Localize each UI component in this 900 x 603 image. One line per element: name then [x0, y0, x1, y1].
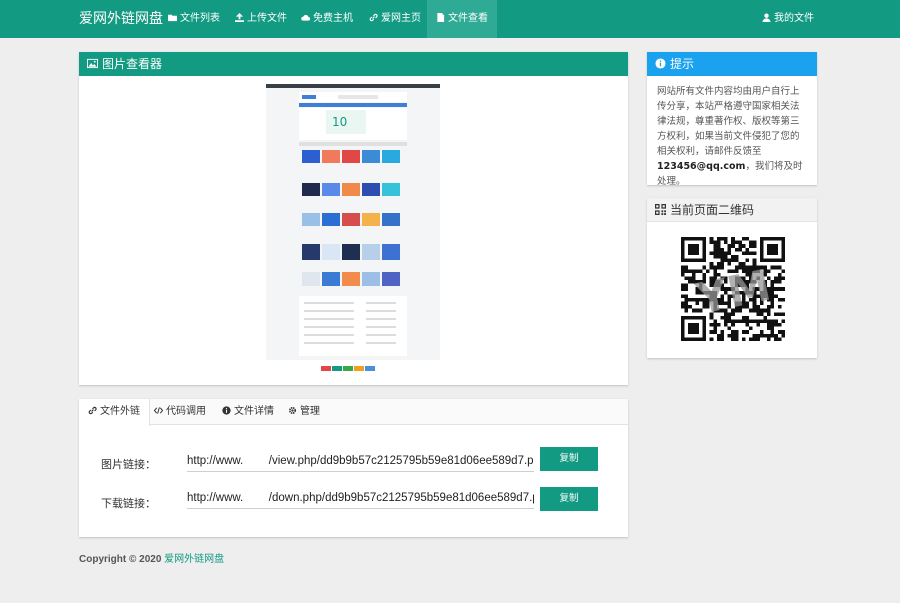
image-link-input[interactable]	[187, 450, 534, 472]
nav-my-files[interactable]: 我的文件	[762, 0, 814, 38]
nav-upload-file[interactable]: 上传文件	[235, 0, 287, 38]
tips-panel: 提示 网站所有文件内容均由用户自行上传分享，本站严格遵守国家相关法律法规，尊重著…	[647, 52, 817, 185]
tab-file-details[interactable]: 文件详情	[213, 399, 283, 425]
image-viewer-panel: 图片查看器 10	[79, 52, 628, 385]
download-link-input[interactable]	[187, 487, 534, 509]
gear-icon	[288, 406, 297, 415]
preview-image[interactable]: 10	[266, 84, 440, 360]
download-link-label: 下载链接：	[101, 497, 156, 510]
copy-image-link-button[interactable]: 复制	[540, 447, 598, 471]
contact-email: 123456@qq.com	[657, 161, 746, 172]
qrcode-header: 当前页面二维码	[647, 198, 817, 222]
copyright-text: Copyright © 2020	[79, 554, 162, 565]
file-links-panel: 文件外链 代码调用 文件详情 管理 图片链接： 复制 下载链接： 复制	[79, 399, 628, 537]
link-icon	[88, 406, 97, 415]
preview-image-footer	[321, 366, 385, 371]
image-viewer-header: 图片查看器	[79, 52, 628, 76]
upload-icon	[235, 13, 244, 22]
qrcode-icon	[655, 204, 666, 215]
top-navbar: 爱网外链网盘 文件列表 上传文件 免费主机 爱网主页 文件查看 我的文件	[0, 0, 900, 38]
image-link-label: 图片链接：	[101, 458, 156, 471]
nav-file-view[interactable]: 文件查看	[427, 0, 497, 38]
preview-image-content: 10	[266, 88, 440, 360]
tab-file-links[interactable]: 文件外链	[79, 399, 150, 426]
tips-text: 网站所有文件内容均由用户自行上传分享，本站严格遵守国家相关法律法规，尊重著作权、…	[657, 86, 803, 185]
picture-icon	[87, 58, 98, 69]
user-icon	[762, 13, 771, 22]
cloud-icon	[301, 14, 311, 21]
qrcode-image: YM	[681, 237, 785, 341]
footer: Copyright © 2020 爱网外链网盘	[79, 550, 224, 565]
info-circle-icon	[655, 58, 666, 69]
nav-free-host[interactable]: 免费主机	[301, 0, 353, 38]
svg-text:10: 10	[332, 115, 347, 129]
brand-logo[interactable]: 爱网外链网盘	[79, 10, 163, 28]
tab-manage[interactable]: 管理	[279, 399, 329, 425]
file-icon	[437, 13, 445, 22]
link-icon	[369, 13, 378, 22]
file-tabs: 文件外链 代码调用 文件详情 管理	[79, 399, 628, 426]
nav-aiwang-home[interactable]: 爱网主页	[369, 0, 421, 38]
folder-open-icon	[168, 14, 177, 22]
copy-download-link-button[interactable]: 复制	[540, 487, 598, 511]
qrcode-panel: 当前页面二维码 YM	[647, 198, 817, 358]
footer-site-link[interactable]: 爱网外链网盘	[164, 554, 224, 565]
tab-code-embed[interactable]: 代码调用	[145, 399, 215, 425]
nav-file-list[interactable]: 文件列表	[168, 0, 220, 38]
tips-header: 提示	[647, 52, 817, 76]
code-icon	[153, 407, 164, 414]
info-circle-icon	[222, 406, 231, 415]
